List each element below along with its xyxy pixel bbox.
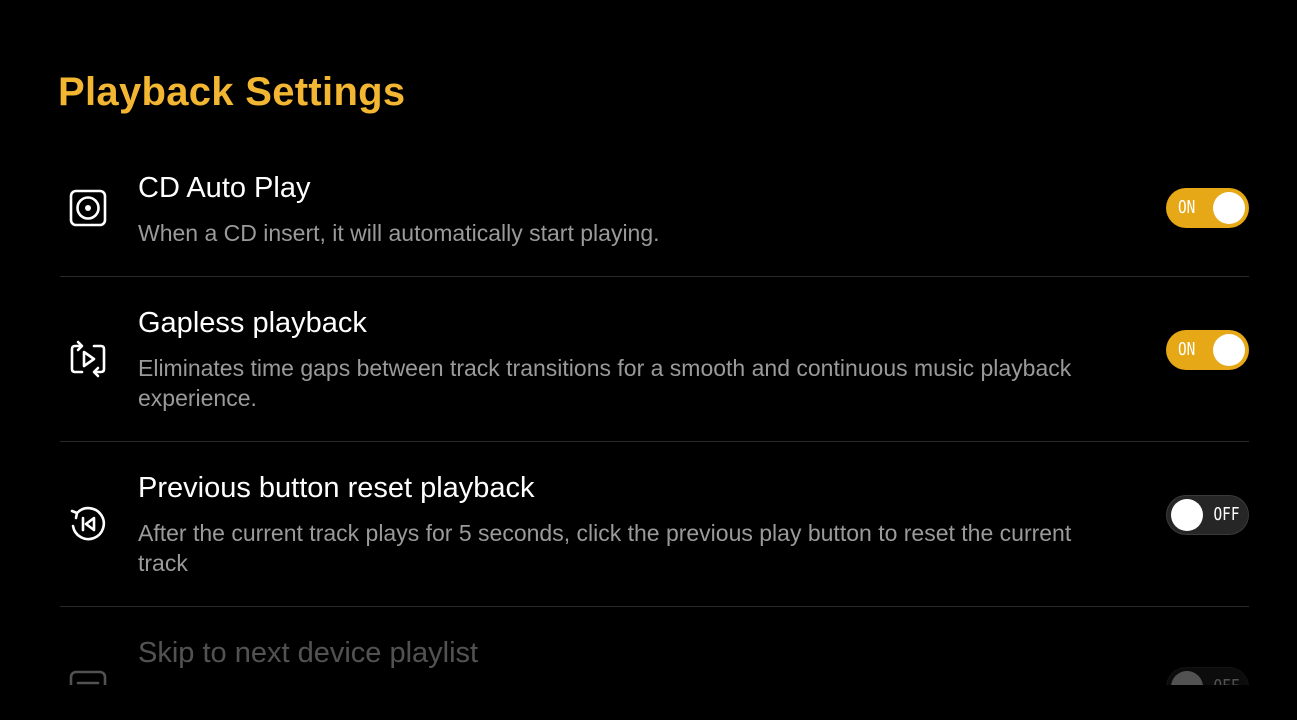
playlist-icon xyxy=(66,667,110,685)
toggle-knob xyxy=(1213,192,1245,224)
toggle-state-label: OFF xyxy=(1214,676,1240,685)
previous-reset-toggle[interactable]: OFF xyxy=(1166,495,1249,535)
toggle-knob xyxy=(1213,334,1245,366)
toggle-knob xyxy=(1171,671,1203,685)
setting-description: When a CD insert, it will automatically … xyxy=(138,220,660,246)
setting-title: Previous button reset playback xyxy=(138,472,535,504)
setting-description: After the current track plays for 5 seco… xyxy=(138,520,1072,576)
toggle-state-label: ON xyxy=(1178,339,1196,360)
setting-row-skip-device-playlist: Skip to next device playlist OFF xyxy=(60,607,1249,685)
gapless-playback-toggle[interactable]: ON xyxy=(1166,330,1249,370)
cd-disc-icon xyxy=(66,186,110,230)
setting-row-previous-reset: Previous button reset playback After the… xyxy=(60,442,1249,607)
settings-list: CD Auto Play When a CD insert, it will a… xyxy=(60,150,1249,685)
toggle-knob xyxy=(1171,499,1203,531)
previous-reset-icon xyxy=(66,502,110,546)
setting-description: Eliminates time gaps between track trans… xyxy=(138,355,1072,411)
skip-device-playlist-toggle[interactable]: OFF xyxy=(1166,667,1249,685)
toggle-state-label: ON xyxy=(1178,197,1196,218)
setting-title: Skip to next device playlist xyxy=(138,637,479,669)
setting-title: CD Auto Play xyxy=(138,172,311,204)
toggle-state-label: OFF xyxy=(1213,504,1240,525)
page-title: Playback Settings xyxy=(58,70,406,114)
setting-row-gapless-playback: Gapless playback Eliminates time gaps be… xyxy=(60,277,1249,442)
setting-title: Gapless playback xyxy=(138,307,367,339)
gapless-playback-icon xyxy=(66,337,110,381)
setting-row-cd-auto-play: CD Auto Play When a CD insert, it will a… xyxy=(60,150,1249,277)
cd-auto-play-toggle[interactable]: ON xyxy=(1166,188,1249,228)
